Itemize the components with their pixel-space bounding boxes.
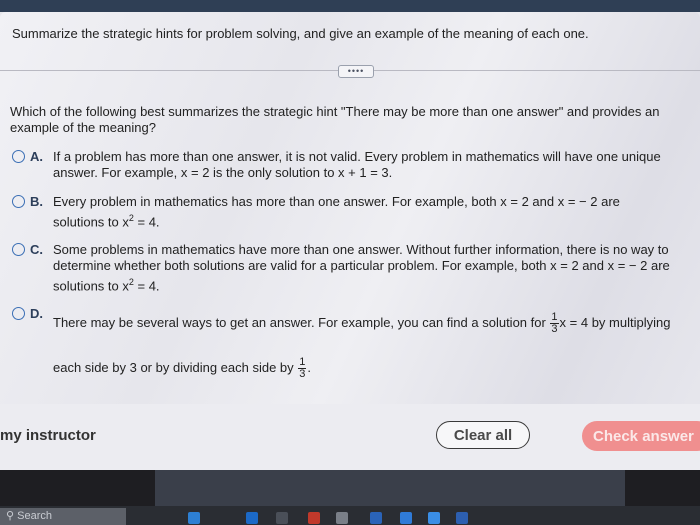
- option-c-text: Some problems in mathematics have more t…: [53, 242, 700, 294]
- app-icon[interactable]: [336, 512, 348, 524]
- option-c-line-1: Some problems in mathematics have more t…: [53, 242, 669, 257]
- app-screen: [0, 12, 700, 470]
- mail-icon[interactable]: [308, 512, 320, 524]
- radio-d[interactable]: [12, 307, 25, 320]
- option-b-line-2: solutions to x2 = 4.: [53, 210, 700, 230]
- check-answer-button[interactable]: Check answer: [582, 421, 700, 451]
- option-a-line-2: answer. For example, x = 2 is the only s…: [53, 165, 393, 180]
- question-text: Which of the following best summarizes t…: [10, 104, 660, 135]
- radio-a[interactable]: [12, 150, 25, 163]
- option-letter: C.: [30, 242, 43, 257]
- text-part: There may be several ways to get an answ…: [53, 314, 550, 330]
- denominator: 3: [551, 323, 558, 335]
- option-a-line-1: If a problem has more than one answer, i…: [53, 149, 661, 164]
- option-c-line-3: solutions to x2 = 4.: [53, 274, 700, 294]
- option-d-line-2: each side by 3 or by dividing each side …: [53, 357, 700, 380]
- text-part: = 4.: [133, 214, 160, 230]
- radio-c[interactable]: [12, 243, 25, 256]
- option-b-text: Every problem in mathematics has more th…: [53, 194, 700, 230]
- option-a-text: If a problem has more than one answer, i…: [53, 149, 700, 181]
- option-b-line-1: Every problem in mathematics has more th…: [53, 194, 620, 209]
- option-letter: A.: [30, 149, 43, 164]
- my-instructor-link[interactable]: my instructor: [0, 427, 96, 444]
- option-c-line-2: determine whether both solutions are val…: [53, 258, 670, 273]
- text-part: .: [307, 359, 312, 375]
- option-letter: B.: [30, 194, 43, 209]
- app-icon[interactable]: [246, 512, 258, 524]
- search-label: Search: [17, 510, 52, 522]
- window-top-strip: [0, 0, 700, 12]
- edge-icon[interactable]: [188, 512, 200, 524]
- clear-all-button[interactable]: Clear all: [436, 421, 530, 449]
- store-icon[interactable]: [276, 512, 288, 524]
- app-icon[interactable]: [456, 512, 468, 524]
- app-icon[interactable]: [370, 512, 382, 524]
- fraction: 13: [550, 312, 559, 335]
- text-part: x = 4 by multiplying: [559, 314, 671, 330]
- app-icon[interactable]: [428, 512, 440, 524]
- text-part: = 4.: [133, 278, 160, 294]
- text-part: solutions to x: [53, 278, 129, 294]
- option-d-text: There may be several ways to get an answ…: [53, 312, 700, 380]
- option-d-line-1: There may be several ways to get an answ…: [53, 312, 700, 335]
- problem-prompt: Summarize the strategic hints for proble…: [12, 26, 589, 41]
- monitor-bezel-panel: [155, 470, 625, 506]
- expand-more-button[interactable]: ••••: [338, 65, 374, 78]
- option-letter: D.: [30, 306, 43, 321]
- text-part: each side by 3 or by dividing each side …: [53, 359, 298, 375]
- text-part: solutions to x: [53, 214, 129, 230]
- app-icon[interactable]: [400, 512, 412, 524]
- denominator: 3: [299, 368, 306, 380]
- fraction: 13: [298, 357, 307, 380]
- radio-b[interactable]: [12, 195, 25, 208]
- taskbar-search-box[interactable]: ⚲ Search: [0, 508, 126, 525]
